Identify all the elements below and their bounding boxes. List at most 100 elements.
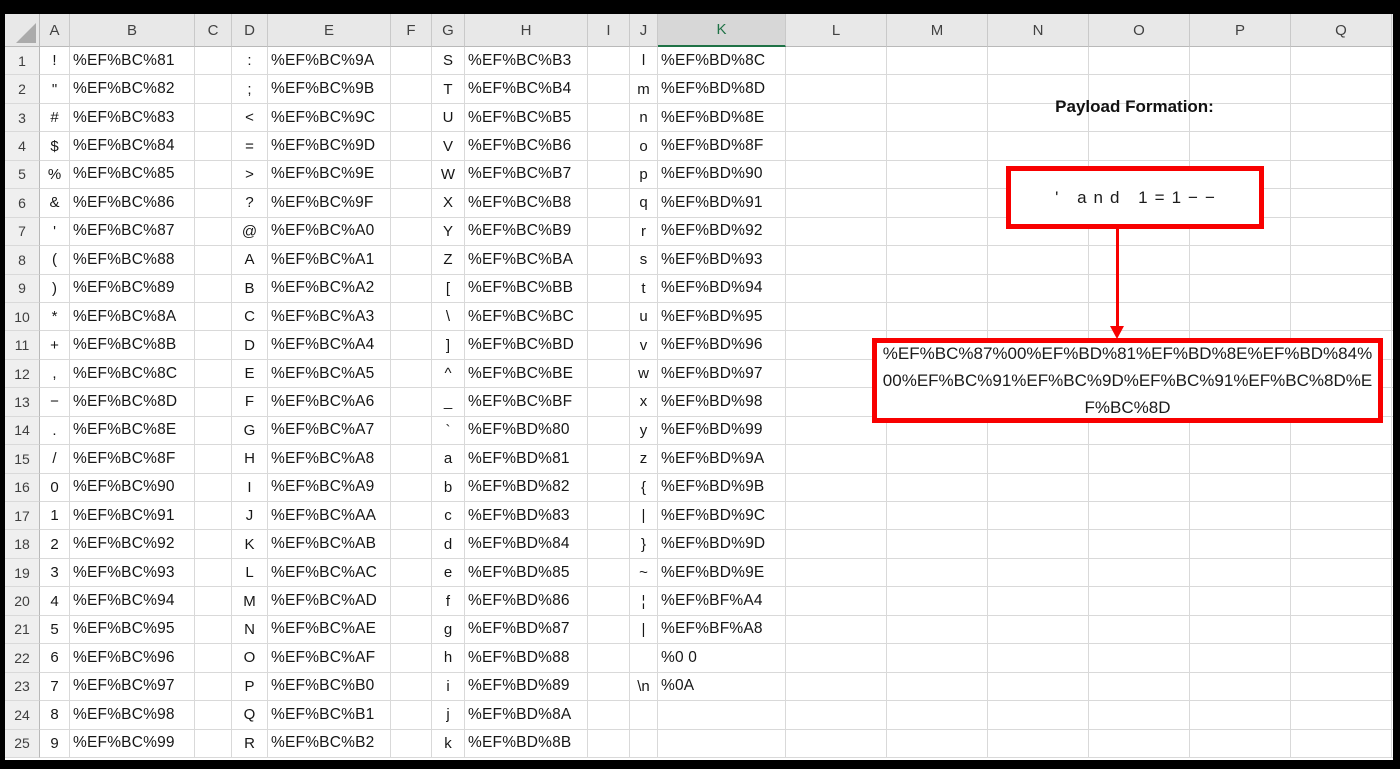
cell-E12[interactable]: %EF%BC%A5: [268, 359, 391, 389]
cell-Q15[interactable]: [1291, 445, 1392, 474]
cell-B5[interactable]: %EF%BC%85: [70, 160, 195, 190]
cell-Q8[interactable]: [1291, 246, 1392, 275]
cell-N23[interactable]: [988, 672, 1089, 702]
cell-J10[interactable]: u: [630, 302, 658, 332]
cell-C7[interactable]: [195, 217, 232, 247]
row-header-17[interactable]: 17: [5, 502, 40, 531]
cell-E7[interactable]: %EF%BC%A0: [268, 217, 391, 247]
cell-G5[interactable]: W: [432, 160, 465, 190]
column-header-K[interactable]: K: [658, 14, 786, 47]
cell-C1[interactable]: [195, 47, 232, 76]
cell-P21[interactable]: [1190, 615, 1291, 645]
cell-D17[interactable]: J: [232, 502, 268, 531]
cell-M8[interactable]: [887, 246, 988, 275]
cell-G24[interactable]: j: [432, 701, 465, 730]
cell-B23[interactable]: %EF%BC%97: [70, 672, 195, 702]
cell-D18[interactable]: K: [232, 530, 268, 559]
cell-O4[interactable]: [1089, 132, 1190, 161]
cell-J21[interactable]: |: [630, 615, 658, 645]
cell-N4[interactable]: [988, 132, 1089, 161]
cell-J4[interactable]: o: [630, 132, 658, 161]
cell-K24[interactable]: [658, 701, 786, 730]
cell-O24[interactable]: [1089, 701, 1190, 730]
row-header-24[interactable]: 24: [5, 701, 40, 730]
cell-B13[interactable]: %EF%BC%8D: [70, 388, 195, 417]
cell-J20[interactable]: ¦: [630, 587, 658, 616]
cell-A9[interactable]: ): [40, 274, 70, 303]
cell-A20[interactable]: 4: [40, 587, 70, 616]
cell-B10[interactable]: %EF%BC%8A: [70, 302, 195, 332]
cell-I13[interactable]: [588, 388, 630, 417]
cell-E16[interactable]: %EF%BC%A9: [268, 473, 391, 502]
cell-B16[interactable]: %EF%BC%90: [70, 473, 195, 502]
cell-P19[interactable]: [1190, 558, 1291, 588]
cell-F15[interactable]: [391, 445, 432, 474]
cell-G12[interactable]: ^: [432, 359, 465, 389]
cell-I2[interactable]: [588, 75, 630, 104]
cell-A4[interactable]: $: [40, 132, 70, 161]
cell-J7[interactable]: r: [630, 217, 658, 247]
cell-M15[interactable]: [887, 445, 988, 474]
cell-C18[interactable]: [195, 530, 232, 559]
cell-G7[interactable]: Y: [432, 217, 465, 247]
cell-I4[interactable]: [588, 132, 630, 161]
cell-L1[interactable]: [786, 47, 887, 76]
cell-K10[interactable]: %EF%BD%95: [658, 302, 786, 332]
cell-C9[interactable]: [195, 274, 232, 303]
cell-L4[interactable]: [786, 132, 887, 161]
cell-G9[interactable]: [: [432, 274, 465, 303]
cell-K11[interactable]: %EF%BD%96: [658, 331, 786, 360]
cell-J17[interactable]: |: [630, 502, 658, 531]
cell-Q1[interactable]: [1291, 47, 1392, 76]
cell-I22[interactable]: [588, 644, 630, 673]
row-header-5[interactable]: 5: [5, 160, 40, 190]
cell-I6[interactable]: [588, 189, 630, 218]
cell-I11[interactable]: [588, 331, 630, 360]
column-header-I[interactable]: I: [588, 14, 630, 47]
cell-J5[interactable]: p: [630, 160, 658, 190]
cell-G17[interactable]: c: [432, 502, 465, 531]
cell-N18[interactable]: [988, 530, 1089, 559]
cell-G11[interactable]: ]: [432, 331, 465, 360]
cell-E13[interactable]: %EF%BC%A6: [268, 388, 391, 417]
cell-A23[interactable]: 7: [40, 672, 70, 702]
cell-H4[interactable]: %EF%BC%B6: [465, 132, 588, 161]
cell-Q6[interactable]: [1291, 189, 1392, 218]
cell-L18[interactable]: [786, 530, 887, 559]
cell-I12[interactable]: [588, 359, 630, 389]
cell-D23[interactable]: P: [232, 672, 268, 702]
cell-D1[interactable]: :: [232, 47, 268, 76]
cell-J6[interactable]: q: [630, 189, 658, 218]
cell-A22[interactable]: 6: [40, 644, 70, 673]
row-header-21[interactable]: 21: [5, 615, 40, 645]
cell-F11[interactable]: [391, 331, 432, 360]
cell-P9[interactable]: [1190, 274, 1291, 303]
cell-B22[interactable]: %EF%BC%96: [70, 644, 195, 673]
cell-L2[interactable]: [786, 75, 887, 104]
cell-B3[interactable]: %EF%BC%83: [70, 103, 195, 133]
cell-K21[interactable]: %EF%BF%A8: [658, 615, 786, 645]
cell-B9[interactable]: %EF%BC%89: [70, 274, 195, 303]
cell-K18[interactable]: %EF%BD%9D: [658, 530, 786, 559]
cell-G23[interactable]: i: [432, 672, 465, 702]
cell-L7[interactable]: [786, 217, 887, 247]
cell-Q16[interactable]: [1291, 473, 1392, 502]
cell-C17[interactable]: [195, 502, 232, 531]
cell-F1[interactable]: [391, 47, 432, 76]
cell-C23[interactable]: [195, 672, 232, 702]
cell-I9[interactable]: [588, 274, 630, 303]
row-header-13[interactable]: 13: [5, 388, 40, 417]
cell-B18[interactable]: %EF%BC%92: [70, 530, 195, 559]
cell-A17[interactable]: 1: [40, 502, 70, 531]
cell-B24[interactable]: %EF%BC%98: [70, 701, 195, 730]
row-header-4[interactable]: 4: [5, 132, 40, 161]
cell-K7[interactable]: %EF%BD%92: [658, 217, 786, 247]
cell-C14[interactable]: [195, 416, 232, 446]
cell-P1[interactable]: [1190, 47, 1291, 76]
cell-I5[interactable]: [588, 160, 630, 190]
cell-H16[interactable]: %EF%BD%82: [465, 473, 588, 502]
cell-Q7[interactable]: [1291, 217, 1392, 247]
cell-B2[interactable]: %EF%BC%82: [70, 75, 195, 104]
cell-E1[interactable]: %EF%BC%9A: [268, 47, 391, 76]
cell-A6[interactable]: &: [40, 189, 70, 218]
